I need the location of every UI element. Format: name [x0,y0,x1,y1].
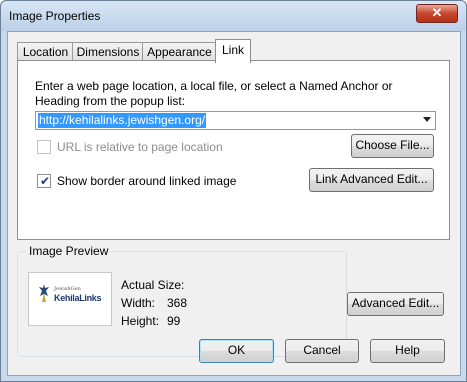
height-label: Height: [121,314,160,328]
url-relative-checkbox[interactable] [37,140,51,154]
show-border-label: Show border around linked image [57,174,237,188]
tab-location[interactable]: Location [17,42,74,62]
image-properties-window: Image Properties ✕ Location Dimensions A… [0,0,467,382]
width-label: Width: [121,296,156,310]
dialog-body: Location Dimensions Appearance Link Ente… [7,31,461,376]
logo-small-text: JewishGen [54,286,81,292]
link-description: Enter a web page location, a local file,… [35,79,393,108]
height-value: 99 [167,314,181,328]
close-button[interactable]: ✕ [416,4,458,23]
checkmark-icon: ✔ [40,174,51,188]
close-icon: ✕ [431,5,443,20]
width-value: 368 [167,296,188,310]
show-border-checkbox[interactable]: ✔ [37,174,51,188]
chevron-down-icon[interactable] [423,117,431,122]
actual-size-label: Actual Size: [121,278,185,292]
image-preview-title: Image Preview [26,244,112,258]
url-relative-label: URL is relative to page location [57,140,223,154]
url-input[interactable]: http://kehilalinks.jewishgen.org/ [38,113,207,128]
help-button[interactable]: Help [370,339,445,363]
logo-main-text: KehilaLinks [54,293,102,303]
tab-dimensions[interactable]: Dimensions [72,42,144,62]
link-advanced-edit-button[interactable]: Link Advanced Edit... [309,168,434,192]
window-title: Image Properties [9,9,101,23]
title-bar[interactable]: Image Properties ✕ [1,1,466,31]
advanced-edit-button[interactable]: Advanced Edit... [347,292,444,316]
choose-file-button[interactable]: Choose File... [351,134,434,158]
cancel-button[interactable]: Cancel [285,339,359,363]
tab-appearance[interactable]: Appearance [142,42,217,62]
image-preview: JewishGen KehilaLinks [28,272,112,326]
link-tab-panel: Enter a web page location, a local file,… [17,60,450,240]
tab-link[interactable]: Link [215,39,251,63]
kehilalinks-logo-icon [39,284,49,302]
url-combobox[interactable]: http://kehilalinks.jewishgen.org/ [35,111,436,130]
ok-button[interactable]: OK [199,339,274,363]
